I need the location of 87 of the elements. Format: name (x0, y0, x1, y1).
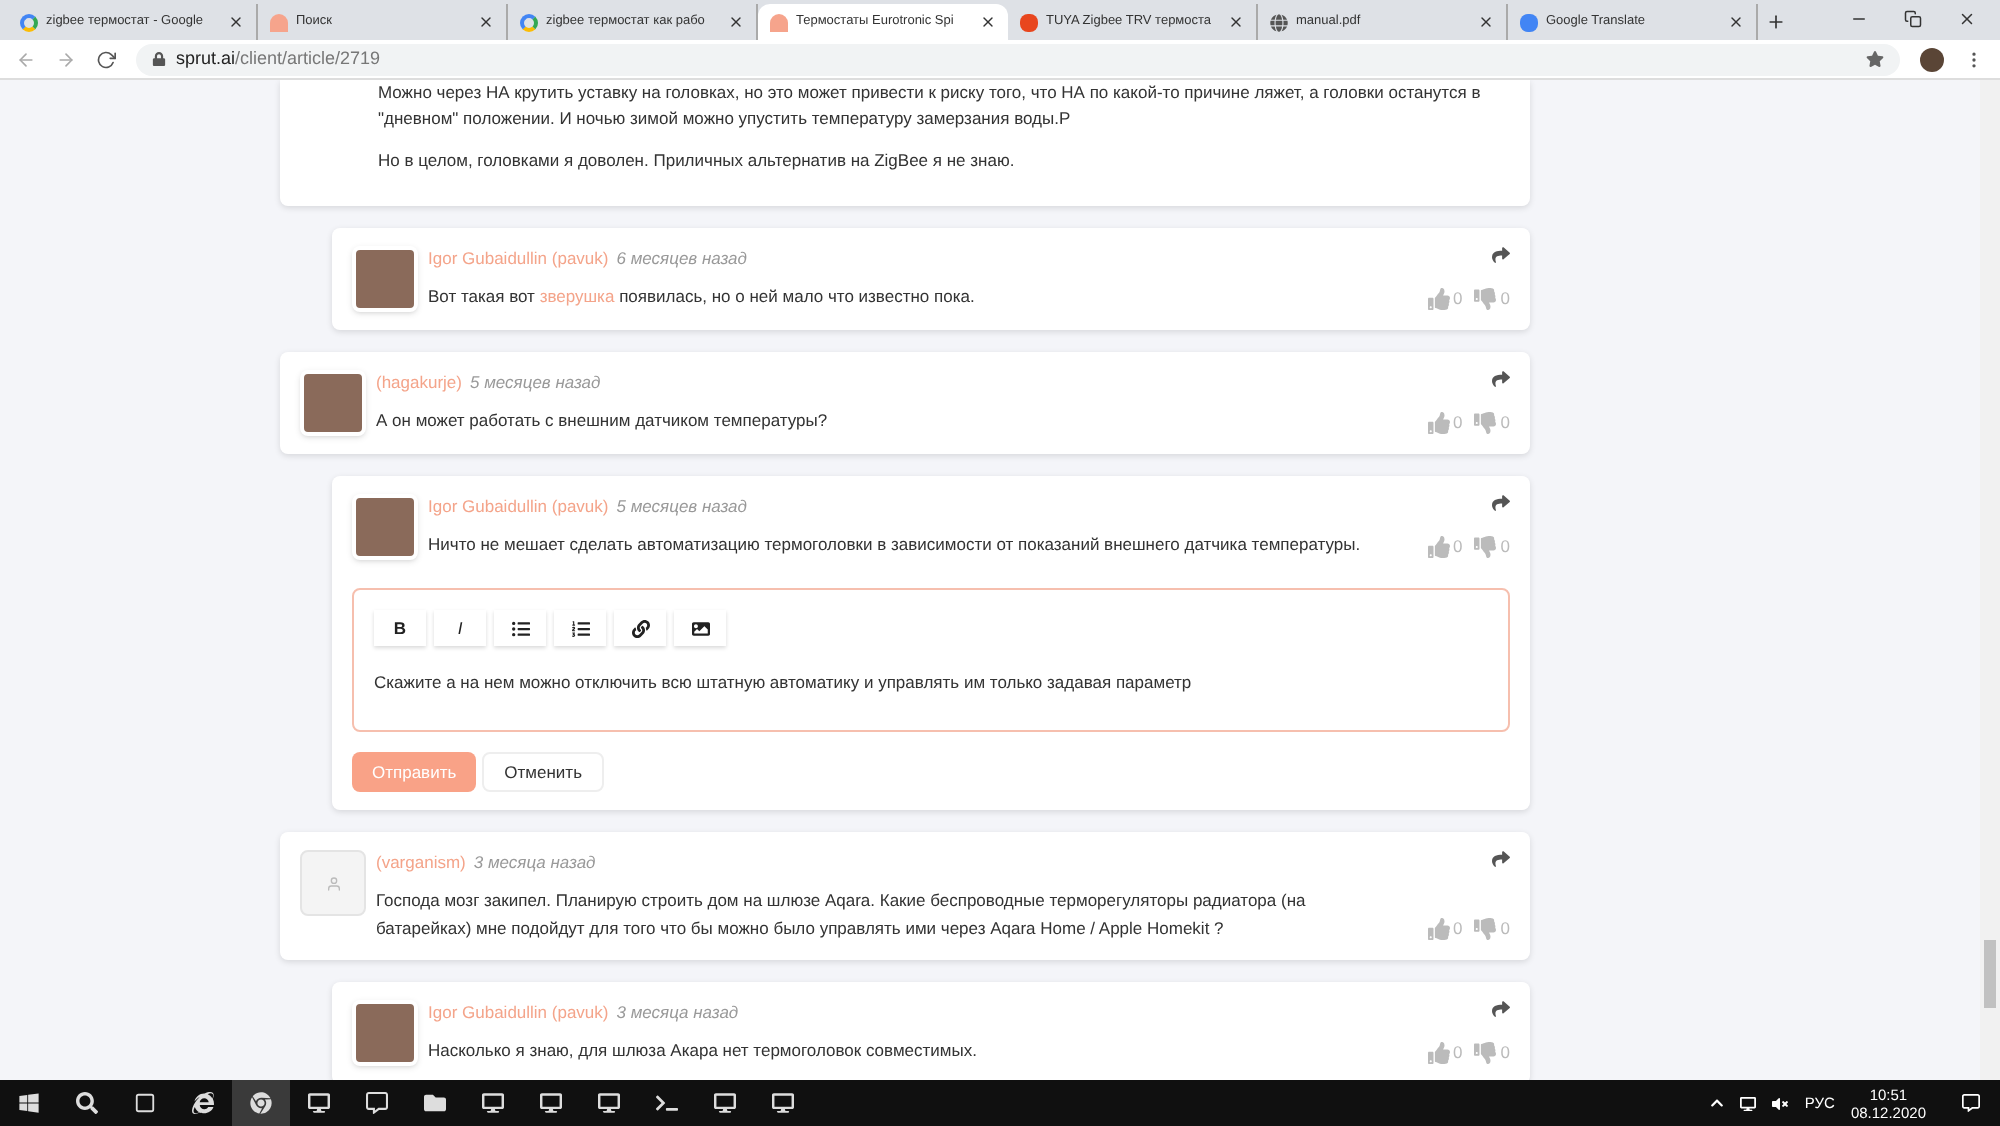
close-icon[interactable] (478, 14, 494, 30)
thumbs-up-icon (1427, 917, 1450, 940)
avatar-photo-placeholder (300, 370, 366, 436)
network-icon[interactable] (1740, 1095, 1757, 1111)
submit-button[interactable]: Отправить (352, 752, 477, 792)
thumbs-up-icon (1427, 288, 1450, 311)
thumbs-down-icon (1474, 536, 1497, 559)
scrollbar[interactable] (1980, 80, 2000, 1080)
format-button[interactable] (494, 610, 546, 646)
article-paragraph: Но в целом, головками я доволен. Приличных альтернатив на ZigBee я не знаю. (378, 148, 1017, 174)
article-paragraph: Можно через НА крутить уставку на головках, но это может привести к риску того, что НА по какой-то причине ляжет, а головки останутся в "дневном" положении. И ночью зимой можно упустить температуру замерзания воды.P (378, 80, 1483, 132)
close-icon[interactable] (1958, 10, 1976, 28)
thumbs-down-icon (1474, 917, 1497, 940)
comment-time: 3 месяца назад (473, 850, 596, 876)
user-icon (325, 875, 341, 891)
link-icon (631, 619, 649, 637)
share-icon[interactable] (1492, 370, 1510, 388)
comment-time: 3 месяца назад (616, 999, 739, 1025)
google-icon (20, 13, 38, 31)
comment-author[interactable]: (varganism) (376, 850, 466, 876)
format-button[interactable]: I (434, 610, 486, 646)
like-button[interactable]: 0 (1427, 1040, 1463, 1066)
editor-text: Скажите а на нем можно отключить всю штатную автоматику и управлять им только задавая параметр (374, 670, 1194, 696)
thumbs-up-icon (1427, 1041, 1450, 1064)
thumbs-down-icon (1474, 1041, 1497, 1064)
close-icon[interactable] (1728, 14, 1744, 30)
like-button[interactable]: 0 (1427, 534, 1463, 560)
avatar-photo-placeholder (352, 494, 418, 560)
close-icon[interactable] (728, 14, 744, 30)
avatar-photo-placeholder (352, 999, 418, 1066)
like-button[interactable]: 0 (1427, 410, 1463, 436)
dislike-button[interactable]: 0 (1474, 410, 1510, 436)
thumbs-up-icon (1427, 536, 1450, 559)
dislike-button[interactable]: 0 (1474, 916, 1510, 942)
comment-author[interactable]: (hagakurje) (376, 370, 462, 396)
bookmark-star-icon[interactable] (1866, 50, 1884, 68)
thumbs-up-icon (1427, 412, 1450, 435)
thumbs-down-icon (1474, 412, 1497, 435)
share-icon[interactable] (1492, 999, 1510, 1018)
lock-icon (152, 52, 166, 66)
like-button[interactable]: 0 (1427, 916, 1463, 942)
comment-time: 6 месяцев назад (616, 246, 747, 272)
avatar-photo-placeholder (352, 246, 418, 312)
comment-text: Вот такая вот зверушка появилась, но о ней мало что известно пока. (428, 283, 977, 310)
reply-editor[interactable]: B I Скажите а на нем можно отключить всю штатную автоматику и управлять им только задавая параметр (352, 588, 1510, 732)
image-icon (691, 619, 709, 637)
google-icon (520, 13, 538, 31)
close-icon[interactable] (1228, 14, 1244, 30)
close-icon[interactable] (980, 14, 996, 30)
address-bar[interactable]: sprut.ai/client/article/2719 (136, 43, 1900, 75)
comment-text: Ничто не мешает сделать автоматизацию термоголовки в зависимости от показаний внешнего датчика температуры. (428, 531, 1363, 558)
close-icon[interactable] (228, 14, 244, 30)
globe-icon (1270, 13, 1288, 31)
dislike-button[interactable]: 0 (1474, 286, 1510, 312)
comment-link[interactable]: зверушка (539, 285, 615, 306)
format-button[interactable] (554, 610, 606, 646)
taskbar-app-icon[interactable] (232, 1080, 290, 1126)
comment-text: Насколько я знаю, для шлюза Акара нет термоголовок совместимых. (428, 1037, 979, 1063)
bullet-list-icon (511, 619, 529, 637)
profile-avatar[interactable] (1920, 47, 1944, 71)
comment-author[interactable]: Igor Gubaidullin (pavuk) (428, 246, 609, 272)
share-icon[interactable] (1492, 850, 1510, 868)
dislike-button[interactable]: 0 (1474, 1040, 1510, 1066)
dislike-button[interactable]: 0 (1474, 534, 1510, 560)
numbered-list-icon (571, 619, 589, 637)
comment-text: Господа мозг закипел. Планирую строить дом на шлюзе Aqara. Какие беспроводные терморегуляторы радиатора (на батарейках) мне подойдут для того что бы можно было управлять ими через Aqara Home / Apple Homekit ? (376, 887, 1308, 942)
restore-icon[interactable] (1904, 10, 1922, 28)
reload-icon[interactable] (96, 49, 116, 69)
notification-icon[interactable] (1962, 1094, 1980, 1112)
comment-time: 5 месяцев назад (616, 494, 747, 520)
format-button[interactable] (674, 610, 726, 646)
comment-author[interactable]: Igor Gubaidullin (pavuk) (428, 999, 609, 1025)
volume-icon[interactable] (1772, 1095, 1789, 1111)
close-icon[interactable] (1478, 14, 1494, 30)
comment-text: А он может работать с внешним датчиком температуры? (376, 407, 830, 434)
format-button[interactable]: B (374, 610, 426, 646)
share-icon[interactable] (1492, 494, 1510, 512)
share-icon[interactable] (1492, 246, 1510, 264)
scrollbar-thumb[interactable] (1984, 940, 1996, 1008)
comment-time: 5 месяцев назад (470, 370, 601, 396)
new-tab-icon[interactable] (1766, 12, 1786, 32)
chevron-up-icon[interactable] (1710, 1096, 1725, 1110)
comment-author[interactable]: Igor Gubaidullin (pavuk) (428, 494, 609, 520)
format-button[interactable] (614, 610, 666, 646)
like-button[interactable]: 0 (1427, 286, 1463, 312)
thumbs-down-icon (1474, 288, 1497, 311)
cancel-button[interactable]: Отменить (482, 752, 604, 792)
